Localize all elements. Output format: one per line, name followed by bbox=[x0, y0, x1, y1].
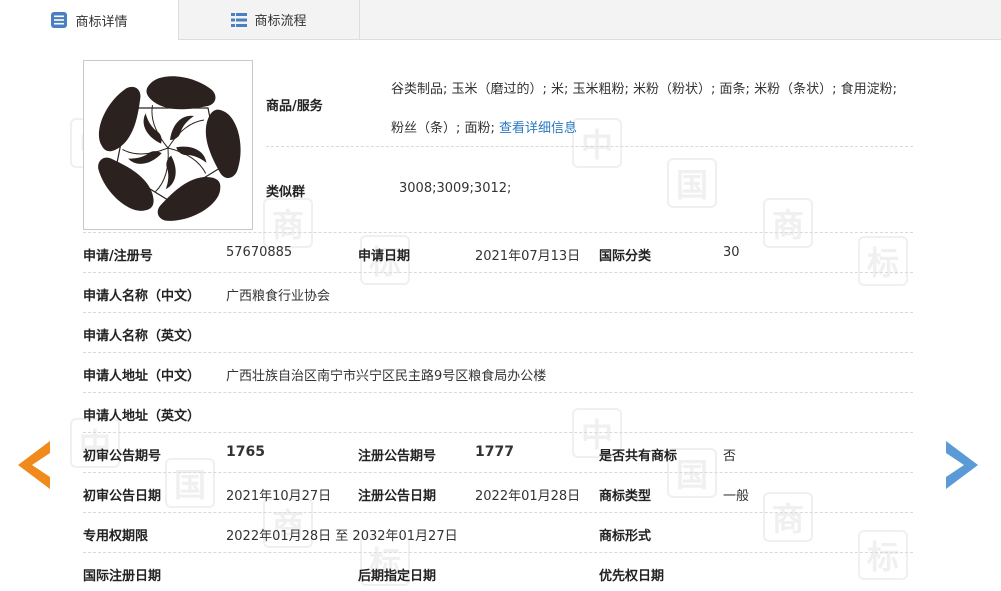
intl-class-label: 国际分类 bbox=[599, 249, 652, 264]
divider bbox=[83, 552, 913, 553]
reg-no-value: 57670885 bbox=[226, 245, 293, 260]
divider bbox=[83, 472, 913, 473]
tm-form-label: 商标形式 bbox=[599, 529, 652, 544]
intl-class-value: 30 bbox=[723, 245, 740, 260]
trademark-logo bbox=[86, 76, 252, 235]
shared-value: 否 bbox=[723, 449, 737, 464]
goods-text: 谷类制品; 玉米（磨过的）; 米; 玉米粗粉; 米粉（粉状）; 面条; 米粉（条… bbox=[391, 82, 897, 136]
goods-list: 谷类制品; 玉米（磨过的）; 米; 玉米粗粉; 米粉（粉状）; 面条; 米粉（条… bbox=[391, 70, 911, 148]
tm-type-label: 商标类型 bbox=[599, 489, 652, 504]
reg-pub-no-label: 注册公告期号 bbox=[358, 449, 437, 464]
shared-label: 是否共有商标 bbox=[599, 449, 678, 464]
reg-pub-date-value: 2022年01月28日 bbox=[475, 489, 581, 504]
intl-reg-date-label: 国际注册日期 bbox=[83, 569, 162, 584]
divider bbox=[266, 146, 913, 147]
trademark-image[interactable] bbox=[83, 60, 253, 235]
address-en-label: 申请人地址（英文） bbox=[83, 409, 201, 424]
apply-date-label: 申请日期 bbox=[358, 249, 411, 264]
tm-type-value: 一般 bbox=[723, 489, 750, 504]
prelim-pub-date-value: 2021年10月27日 bbox=[226, 489, 332, 504]
view-detail-link[interactable]: 查看详细信息 bbox=[499, 121, 577, 136]
divider bbox=[83, 232, 913, 233]
later-designation-date-label: 后期指定日期 bbox=[358, 569, 437, 584]
applicant-cn-value: 广西粮食行业协会 bbox=[226, 289, 331, 304]
prelim-pub-no-label: 初审公告期号 bbox=[83, 449, 162, 464]
similar-group-label: 类似群 bbox=[266, 185, 306, 200]
reg-no-label: 申请/注册号 bbox=[83, 249, 153, 264]
address-cn-value: 广西壮族自治区南宁市兴宁区民主路9号区粮食局办公楼 bbox=[226, 369, 547, 384]
trademark-detail-panel: 商品/服务 谷类制品; 玉米（磨过的）; 米; 玉米粗粉; 米粉（粉状）; 面条… bbox=[0, 0, 1001, 591]
similar-group-value: 3008;3009;3012; bbox=[399, 181, 512, 196]
divider bbox=[83, 392, 913, 393]
applicant-en-label: 申请人名称（英文） bbox=[83, 329, 201, 344]
exclusive-period-label: 专用权期限 bbox=[83, 529, 149, 544]
reg-pub-no-value: 1777 bbox=[475, 444, 514, 460]
address-cn-label: 申请人地址（中文） bbox=[83, 369, 201, 384]
divider bbox=[83, 352, 913, 353]
apply-date-value: 2021年07月13日 bbox=[475, 249, 581, 264]
exclusive-period-value: 2022年01月28日 至 2032年01月27日 bbox=[226, 529, 458, 544]
divider bbox=[83, 512, 913, 513]
divider bbox=[83, 312, 913, 313]
prelim-pub-no-value: 1765 bbox=[226, 444, 265, 460]
divider bbox=[83, 272, 913, 273]
goods-label: 商品/服务 bbox=[266, 99, 323, 114]
reg-pub-date-label: 注册公告日期 bbox=[358, 489, 437, 504]
prelim-pub-date-label: 初审公告日期 bbox=[83, 489, 162, 504]
applicant-cn-label: 申请人名称（中文） bbox=[83, 289, 201, 304]
priority-date-label: 优先权日期 bbox=[599, 569, 665, 584]
divider bbox=[83, 432, 913, 433]
